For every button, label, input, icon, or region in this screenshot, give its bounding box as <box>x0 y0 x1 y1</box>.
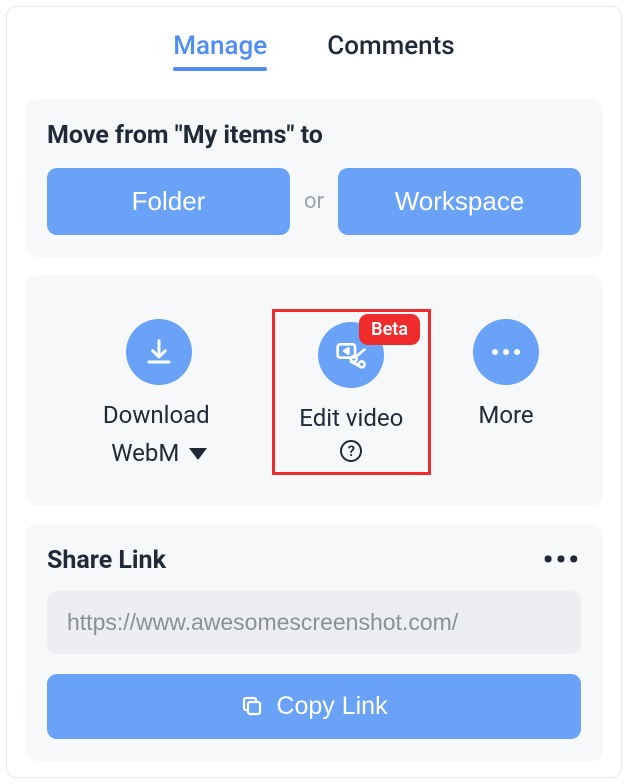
edit-video-action[interactable]: Beta Edit video ? <box>272 309 431 475</box>
download-icon <box>126 319 192 385</box>
share-title: Share Link <box>47 546 166 575</box>
copy-icon <box>240 694 264 718</box>
more-icon <box>473 319 539 385</box>
help-icon[interactable]: ? <box>340 440 362 462</box>
share-url-input[interactable] <box>47 591 581 654</box>
tab-manage[interactable]: Manage <box>173 31 267 71</box>
tab-comments[interactable]: Comments <box>327 31 454 71</box>
share-panel: Share Link ••• Copy Link <box>25 524 603 761</box>
workspace-button[interactable]: Workspace <box>338 168 581 235</box>
folder-button[interactable]: Folder <box>47 168 290 235</box>
share-more-button[interactable]: ••• <box>543 553 581 568</box>
edit-video-label: Edit video ? <box>295 402 408 462</box>
actions-panel: Download WebM Beta <box>25 275 603 506</box>
download-action[interactable]: Download WebM <box>47 309 272 480</box>
beta-badge: Beta <box>359 314 420 345</box>
move-row: Folder or Workspace <box>47 168 581 235</box>
chevron-down-icon <box>189 448 207 460</box>
download-label: Download WebM <box>67 399 252 470</box>
move-title: Move from "My items" to <box>47 121 581 150</box>
more-label: More <box>478 399 533 431</box>
copy-link-button[interactable]: Copy Link <box>47 674 581 739</box>
more-action[interactable]: More <box>431 309 581 441</box>
tabs: Manage Comments <box>7 7 621 81</box>
move-panel: Move from "My items" to Folder or Worksp… <box>25 99 603 257</box>
or-text: or <box>304 189 324 214</box>
